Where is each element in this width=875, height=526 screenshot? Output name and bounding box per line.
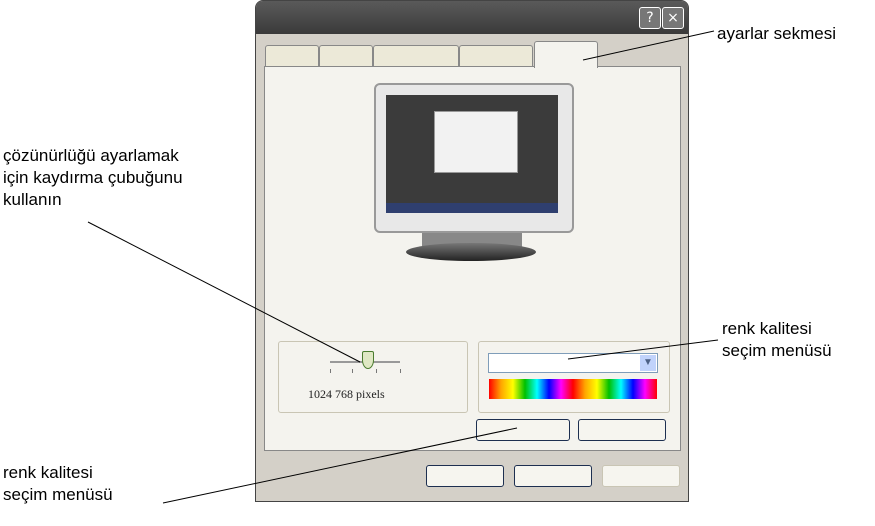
color-quality-right-leader: [567, 339, 719, 360]
callout-lines: [87, 30, 719, 504]
resolution-leader: [87, 221, 361, 363]
settings-tab-leader: [582, 30, 715, 61]
color-quality-bottom-leader: [162, 427, 518, 504]
